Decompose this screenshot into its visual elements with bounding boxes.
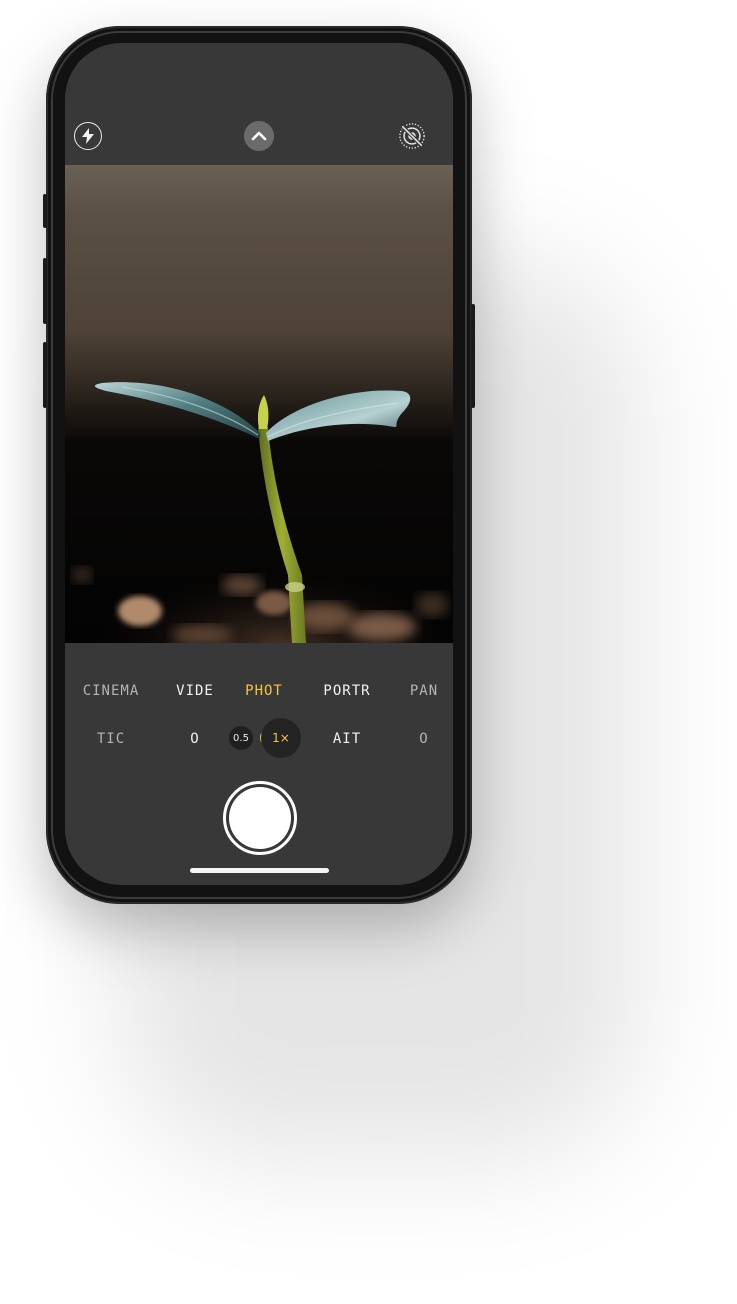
mode-photo[interactable]: PHOT O xyxy=(229,655,299,775)
volume-up-button xyxy=(43,258,47,324)
shutter-inner xyxy=(229,787,291,849)
mode-cinematic-label-2: TIC xyxy=(96,731,126,747)
mode-video-label-2: O xyxy=(190,731,200,747)
zoom-main-button[interactable]: 1× xyxy=(261,718,301,758)
action-button xyxy=(43,194,47,228)
zoom-main-label: 1× xyxy=(272,731,290,745)
phone-frame: CINEMA TIC VIDE O PHOT O PORTR AIT PAN xyxy=(43,26,475,904)
mode-cinematic-label-1: CINEMA xyxy=(82,683,140,699)
mode-pano[interactable]: PAN O xyxy=(389,655,453,775)
chevron-up-icon[interactable] xyxy=(244,121,274,151)
power-button xyxy=(471,304,475,408)
mode-video[interactable]: VIDE O xyxy=(160,655,230,775)
home-indicator[interactable] xyxy=(190,868,329,873)
zoom-wide-label: 0.5 xyxy=(233,732,249,744)
volume-down-button xyxy=(43,342,47,408)
stage: CINEMA TIC VIDE O PHOT O PORTR AIT PAN xyxy=(0,0,737,1304)
viewfinder-image xyxy=(65,165,453,643)
mode-picker[interactable]: CINEMA TIC VIDE O PHOT O PORTR AIT PAN xyxy=(65,655,453,747)
mode-portrait-label-2: AIT xyxy=(332,731,362,747)
mode-portrait[interactable]: PORTR AIT xyxy=(312,655,382,775)
mode-cinematic[interactable]: CINEMA TIC xyxy=(76,655,146,775)
mode-photo-label-1: PHOT xyxy=(245,683,283,699)
camera-screen: CINEMA TIC VIDE O PHOT O PORTR AIT PAN xyxy=(65,43,453,885)
live-photo-off-icon[interactable] xyxy=(398,122,426,150)
viewfinder[interactable] xyxy=(65,165,453,643)
zoom-wide-button[interactable]: 0.5 xyxy=(229,726,253,750)
mode-pano-label-1: PAN xyxy=(409,683,439,699)
mode-pano-label-2: O xyxy=(419,731,429,747)
shutter-button[interactable] xyxy=(223,781,297,855)
mode-video-label-1: VIDE xyxy=(176,683,214,699)
mode-portrait-label-1: PORTR xyxy=(323,683,371,699)
flash-icon[interactable] xyxy=(74,122,102,150)
